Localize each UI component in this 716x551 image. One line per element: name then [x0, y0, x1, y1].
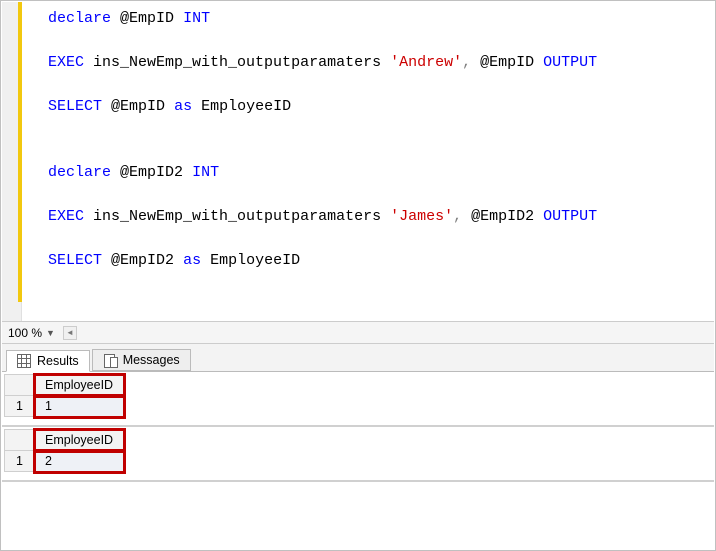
- grid-icon: [17, 354, 31, 368]
- cell-employeeid[interactable]: 1: [35, 396, 124, 417]
- zoom-value: 100 %: [8, 326, 42, 340]
- var-empid: @EmpID: [120, 10, 174, 27]
- tab-results[interactable]: Results: [6, 350, 90, 372]
- var-empid2: @EmpID2: [111, 252, 174, 269]
- kw-declare: declare: [48, 10, 111, 27]
- kw-output: OUTPUT: [543, 208, 597, 225]
- var-empid2: @EmpID2: [471, 208, 534, 225]
- alias-employeeid: EmployeeID: [210, 252, 300, 269]
- col-header-employeeid[interactable]: EmployeeID: [35, 375, 124, 396]
- alias-employeeid: EmployeeID: [201, 98, 291, 115]
- grid-table[interactable]: EmployeeID 1 1: [4, 374, 124, 417]
- zoom-dropdown[interactable]: 100 % ▼: [6, 326, 57, 340]
- proc-name: ins_NewEmp_with_outputparamaters: [93, 54, 381, 71]
- type-int: INT: [183, 10, 210, 27]
- kw-exec: EXEC: [48, 54, 84, 71]
- str-andrew: 'Andrew': [390, 54, 462, 71]
- chevron-down-icon: ▼: [46, 328, 55, 338]
- grid-corner: [5, 430, 35, 451]
- grid-corner: [5, 375, 35, 396]
- editor-status-bar: 100 % ▼ ◄: [2, 322, 714, 344]
- row-number: 1: [5, 396, 35, 417]
- col-header-employeeid[interactable]: EmployeeID: [35, 430, 124, 451]
- comma: ,: [462, 54, 471, 71]
- str-james: 'James': [390, 208, 453, 225]
- comma: ,: [453, 208, 462, 225]
- change-indicator: [18, 2, 22, 302]
- kw-declare: declare: [48, 164, 111, 181]
- table-row[interactable]: 1 1: [5, 396, 124, 417]
- scroll-left-icon[interactable]: ◄: [63, 326, 77, 340]
- kw-as: as: [183, 252, 201, 269]
- kw-as: as: [174, 98, 192, 115]
- table-row[interactable]: 1 2: [5, 451, 124, 472]
- results-tab-bar: Results Messages: [2, 344, 714, 372]
- tab-results-label: Results: [37, 354, 79, 368]
- result-grid-2: EmployeeID 1 2: [2, 427, 714, 482]
- proc-name: ins_NewEmp_with_outputparamaters: [93, 208, 381, 225]
- tab-messages-label: Messages: [123, 353, 180, 367]
- messages-icon: [103, 353, 117, 367]
- results-pane: EmployeeID 1 1 EmployeeID 1 2: [2, 372, 714, 482]
- result-grid-1: EmployeeID 1 1: [2, 372, 714, 427]
- type-int: INT: [192, 164, 219, 181]
- var-empid: @EmpID: [480, 54, 534, 71]
- var-empid2: @EmpID2: [120, 164, 183, 181]
- kw-select: SELECT: [48, 252, 102, 269]
- grid-table[interactable]: EmployeeID 1 2: [4, 429, 124, 472]
- kw-output: OUTPUT: [543, 54, 597, 71]
- cell-employeeid[interactable]: 2: [35, 451, 124, 472]
- code-content[interactable]: declare @EmpID INT EXEC ins_NewEmp_with_…: [22, 2, 714, 321]
- horizontal-scrollbar[interactable]: ◄: [63, 326, 710, 340]
- row-number: 1: [5, 451, 35, 472]
- sql-editor[interactable]: declare @EmpID INT EXEC ins_NewEmp_with_…: [2, 2, 714, 322]
- kw-select: SELECT: [48, 98, 102, 115]
- kw-exec: EXEC: [48, 208, 84, 225]
- var-empid: @EmpID: [111, 98, 165, 115]
- editor-gutter: [2, 2, 22, 321]
- tab-messages[interactable]: Messages: [92, 349, 191, 371]
